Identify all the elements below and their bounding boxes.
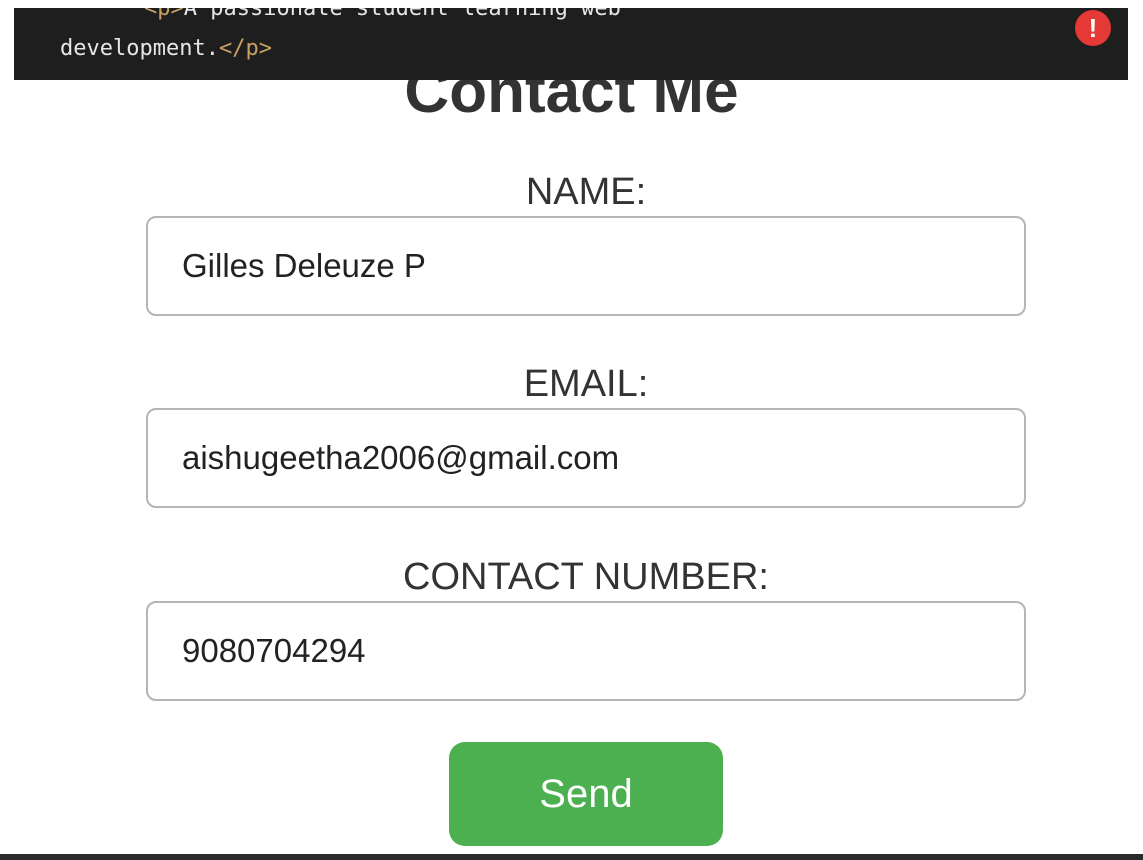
contact-number-label: CONTACT NUMBER: xyxy=(403,556,769,598)
name-input[interactable] xyxy=(146,216,1026,316)
bottom-divider xyxy=(0,854,1143,860)
screen: <p>A passionate student learning web dev… xyxy=(0,0,1143,860)
name-label: NAME: xyxy=(525,171,647,213)
email-input[interactable] xyxy=(146,408,1026,508)
code-line-1: <p>A passionate student learning web xyxy=(144,8,621,22)
contact-number-input[interactable] xyxy=(146,601,1026,701)
code-editor-strip: <p>A passionate student learning web dev… xyxy=(14,8,1128,80)
code-line-2: development.</p> xyxy=(60,36,272,62)
error-alert-icon[interactable]: ! xyxy=(1075,10,1111,46)
send-button[interactable]: Send xyxy=(449,742,723,846)
code-line-1-text: A passionate student learning web xyxy=(183,8,621,21)
code-open-tag: <p> xyxy=(144,8,184,21)
email-label: EMAIL: xyxy=(523,363,649,405)
code-line-2-text: development. xyxy=(60,36,219,61)
code-close-tag: </p> xyxy=(218,36,272,61)
